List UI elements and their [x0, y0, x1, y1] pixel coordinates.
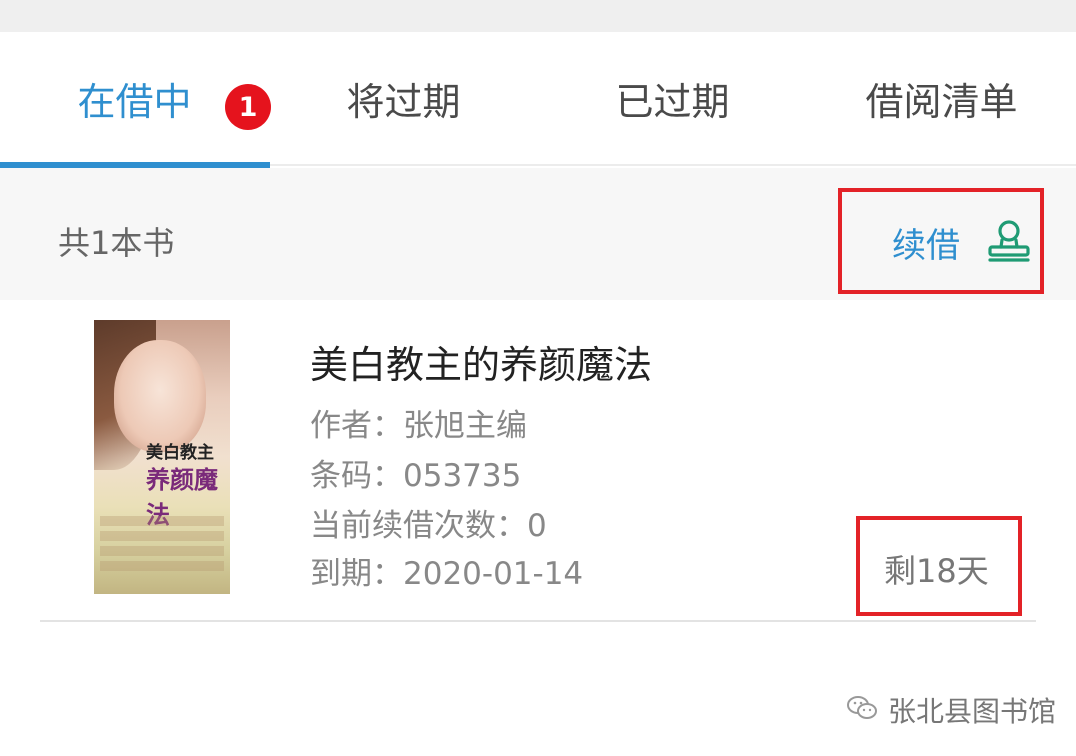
book-cover[interactable]: 美白教主 养颜魔法: [94, 320, 230, 594]
book-renew-count: 当前续借次数：0: [310, 508, 547, 544]
notification-badge: 1: [225, 84, 271, 130]
tab-expiring-soon-label: 将过期: [346, 79, 461, 124]
watermark-text: 张北县图书馆: [888, 695, 1057, 728]
tab-borrow-list-label: 借阅清单: [865, 79, 1018, 124]
tab-overdue-label: 已过期: [615, 79, 730, 124]
cover-blurb: [100, 516, 224, 586]
tab-borrowing-label: 在借中: [77, 79, 192, 124]
tab-expiring-soon[interactable]: 将过期: [269, 32, 538, 164]
book-barcode: 条码：053735: [310, 458, 522, 494]
renew-button[interactable]: 续借: [892, 218, 1032, 267]
wechat-icon: [846, 694, 878, 726]
renew-label: 续借: [892, 226, 960, 266]
book-due-date: 到期：2020-01-14: [310, 556, 584, 592]
tab-overdue[interactable]: 已过期: [538, 32, 807, 164]
tab-borrow-list[interactable]: 借阅清单: [807, 32, 1076, 164]
tab-bar: 在借中 将过期 已过期 借阅清单 1: [0, 32, 1076, 164]
remaining-days: 剩18天: [884, 552, 989, 590]
stamp-icon: [986, 219, 1032, 267]
status-bar: [0, 0, 1076, 32]
row-divider: [40, 620, 1036, 622]
watermark: 张北县图书馆: [846, 690, 1056, 730]
book-author: 作者：张旭主编: [310, 408, 527, 444]
cover-face: [114, 340, 206, 452]
book-title[interactable]: 美白教主的养颜魔法: [310, 334, 652, 389]
book-count: 共1本书: [58, 224, 175, 262]
